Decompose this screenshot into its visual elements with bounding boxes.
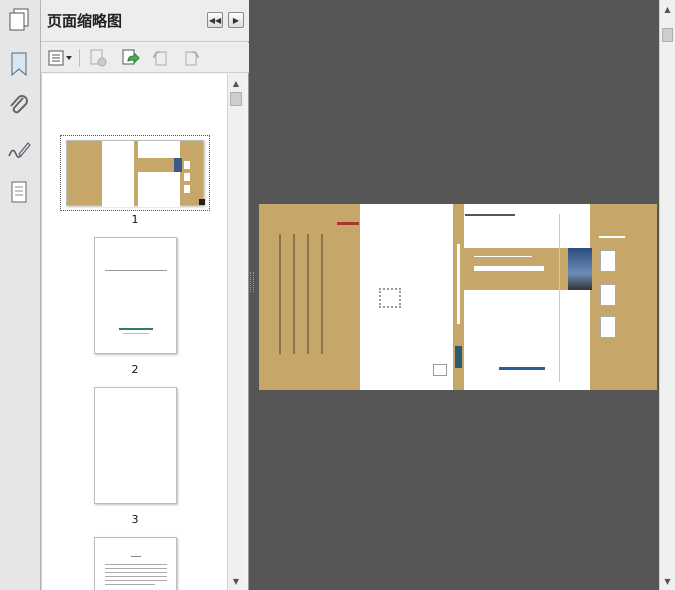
options-menu-icon <box>48 50 72 66</box>
document-page-cover <box>259 204 657 390</box>
panel-header: 页面缩略图 ◀◀ ▶ <box>41 0 249 42</box>
spine-title-mark <box>457 244 460 324</box>
back-text-column <box>321 234 323 354</box>
cover-building-photo <box>568 248 592 290</box>
double-left-arrow-icon: ◀◀ <box>208 15 222 25</box>
back-text-column <box>293 234 295 354</box>
cover-front-white-panel <box>464 204 590 390</box>
flap-book-image <box>600 284 616 306</box>
back-text-column <box>279 234 281 354</box>
expand-panel-button[interactable]: ▶ <box>228 12 244 28</box>
delete-page-icon <box>90 49 107 67</box>
cover-logo-mark <box>465 214 515 216</box>
flap-book-image <box>600 316 616 338</box>
scroll-down-arrow-icon[interactable]: ▼ <box>228 573 244 589</box>
rotate-right-icon <box>185 51 199 66</box>
thumbnail-page-3[interactable] <box>94 387 177 504</box>
thumbnail-list: 1 2 3 <box>41 74 227 590</box>
cover-back-white-panel <box>360 204 453 390</box>
delete-page-button[interactable] <box>87 47 109 69</box>
panel-title: 页面缩略图 <box>47 12 123 30</box>
insert-page-button[interactable] <box>119 47 141 69</box>
thumbnail-page-number: 1 <box>131 213 139 226</box>
insert-page-icon <box>122 49 140 65</box>
options-menu-button[interactable] <box>47 47 75 69</box>
toolbar-separator <box>79 49 80 67</box>
spine-publisher-mark <box>455 346 462 368</box>
thumbnail-page-number: 2 <box>131 363 139 376</box>
scroll-up-arrow-icon[interactable]: ▲ <box>660 1 675 17</box>
page-content-icon[interactable] <box>5 179 33 207</box>
scroll-up-arrow-icon[interactable]: ▲ <box>228 75 244 91</box>
panel-resize-handle[interactable] <box>250 272 254 292</box>
thumbnail-page-2[interactable] <box>94 237 177 354</box>
rotate-left-button[interactable] <box>149 47 171 69</box>
back-seal-graphic <box>379 288 401 308</box>
bookmark-icon[interactable] <box>5 50 33 78</box>
scrollbar-thumb[interactable] <box>662 28 673 42</box>
back-logo-mark <box>337 222 359 225</box>
thumbnail-page-number: 3 <box>131 513 139 526</box>
thumbnail-page-1[interactable] <box>66 140 205 207</box>
page-thumbnails-panel: 页面缩略图 ◀◀ ▶ 1 2 3 ▲ ▼ <box>41 0 249 590</box>
scroll-down-arrow-icon[interactable]: ▼ <box>660 573 675 589</box>
thumbnail-scrollbar[interactable]: ▲ ▼ <box>227 74 244 590</box>
flap-text-mark <box>599 236 625 238</box>
cover-subtitle-mark <box>474 256 532 257</box>
flap-book-image <box>600 250 616 272</box>
cover-publisher-mark <box>499 367 545 370</box>
pages-panel-icon[interactable] <box>5 6 33 34</box>
back-text-column <box>307 234 309 354</box>
collapse-panel-button[interactable]: ◀◀ <box>207 12 223 28</box>
attachment-icon[interactable] <box>5 92 33 120</box>
thumbnail-toolbar <box>41 43 249 73</box>
navigation-rail <box>0 0 41 590</box>
barcode-box <box>433 364 447 376</box>
right-arrow-icon: ▶ <box>232 15 240 25</box>
cover-vertical-text-mark <box>559 214 560 382</box>
rotate-right-button[interactable] <box>181 47 203 69</box>
rotate-left-icon <box>153 51 167 66</box>
thumbnail-page-4[interactable] <box>94 537 177 590</box>
cover-title-mark <box>474 266 544 271</box>
document-scrollbar[interactable]: ▲ ▼ <box>659 0 675 590</box>
scrollbar-thumb[interactable] <box>230 92 242 106</box>
signature-icon[interactable] <box>5 137 33 165</box>
